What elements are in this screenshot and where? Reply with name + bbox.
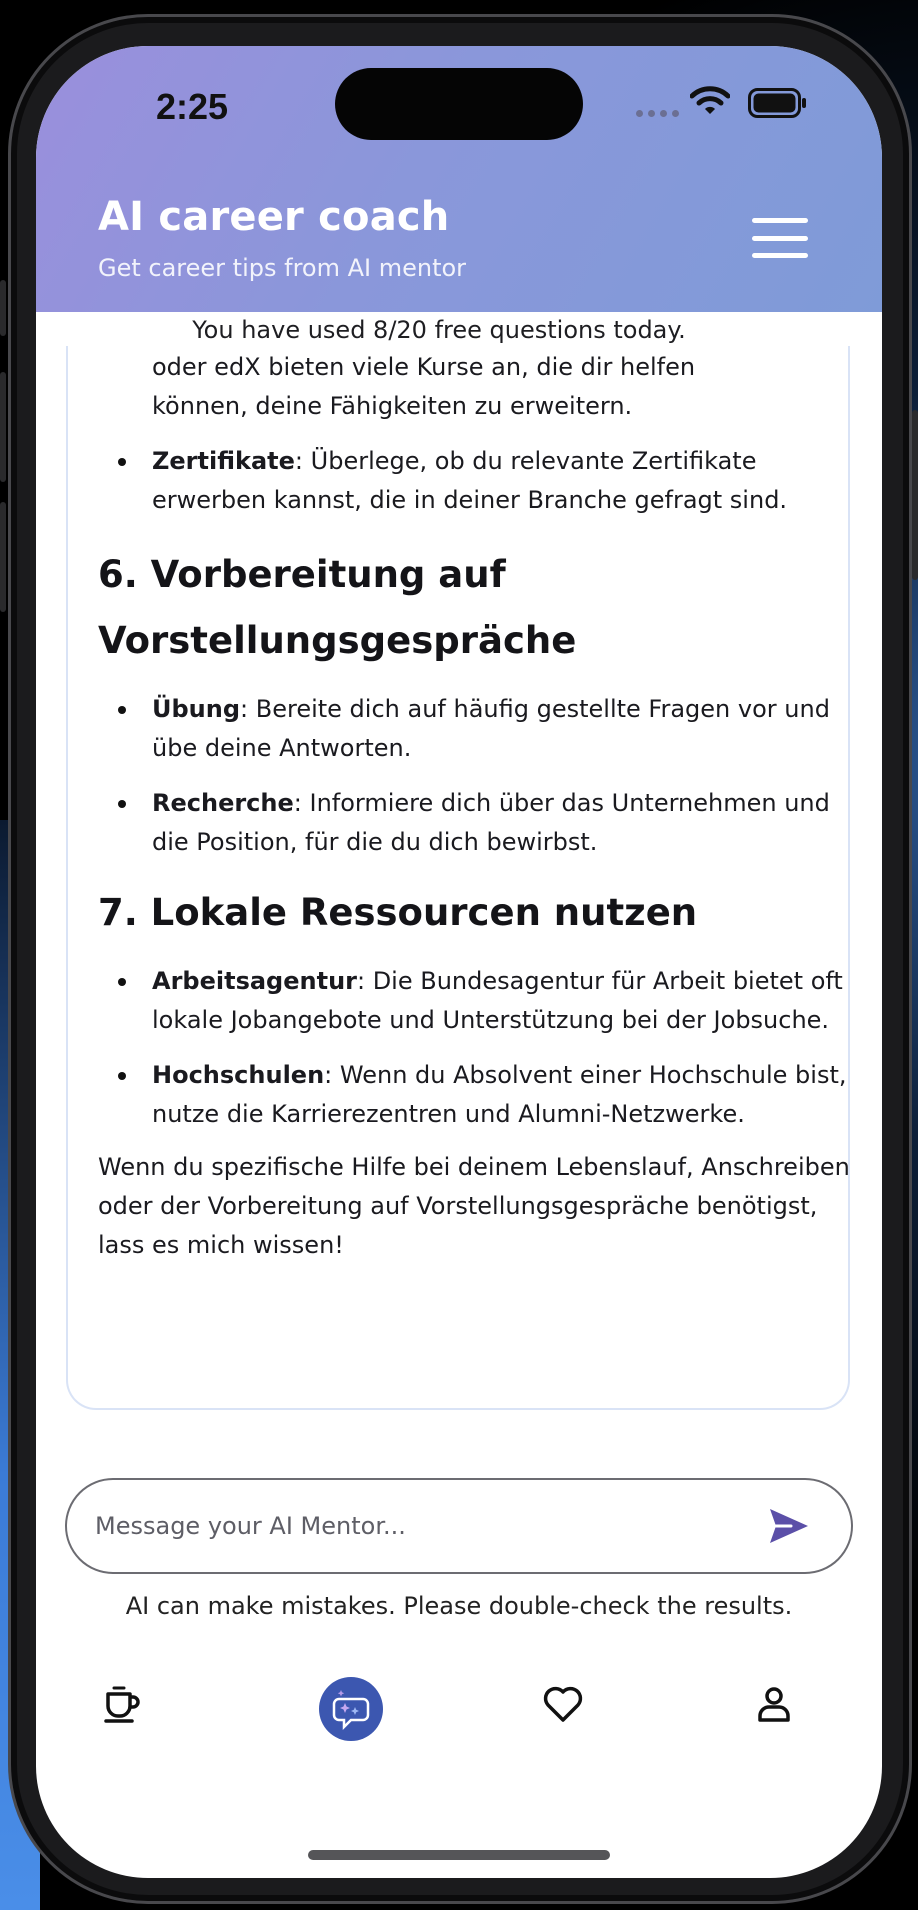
list-item: Recherche: Informiere dich über das Unte… [98,784,858,862]
message-continued-text: oder edX bieten viele Kurse an, die dir … [98,348,858,426]
coffee-cup-icon [104,1686,140,1723]
usage-notice: You have used 8/20 free questions today. [192,316,686,344]
nav-profile-button[interactable] [752,1682,796,1730]
nav-tips-button[interactable] [100,1682,144,1730]
battery-icon [748,88,806,118]
volume-down-button [0,502,6,612]
section-heading-6: 6. Vorbereitung auf Vorstellungsgespräch… [98,553,577,662]
message-input[interactable] [95,1506,745,1546]
bullet-text: : Bereite dich auf häufig gestellte Frag… [152,695,830,762]
bullet-term: Arbeitsagentur [152,967,357,995]
menu-line [752,218,808,223]
bullet-term: Recherche [152,789,294,817]
heart-icon [543,1686,583,1722]
section-heading-7: 7. Lokale Ressourcen nutzen [98,891,698,934]
list-item: Zertifikate: Überlege, ob du relevante Z… [98,442,858,520]
list-item: Arbeitsagentur: Die Bundesagentur für Ar… [98,962,858,1040]
text-line: können, deine Fähigkeiten zu erweitern. [152,392,633,420]
send-icon[interactable] [767,1506,811,1546]
ai-disclaimer: AI can make mistakes. Please double-chec… [125,1592,793,1620]
wifi-icon [690,86,730,114]
power-button [912,410,918,580]
list-item: Hochschulen: Wenn du Absolvent einer Hoc… [98,1056,858,1134]
hamburger-menu-button[interactable] [752,218,808,258]
menu-line [752,235,808,241]
menu-line [752,253,808,258]
background: 2:25 AI career coach Get career tips fro… [0,0,918,1910]
closing-paragraph: Wenn du spezifische Hilfe bei deinem Leb… [98,1153,850,1259]
status-time: 2:25 [156,86,229,127]
list-item: Übung: Bereite dich auf häufig gestellte… [98,690,858,768]
phone-screen: 2:25 AI career coach Get career tips fro… [36,46,882,1878]
nav-favorites-button[interactable] [541,1682,585,1730]
app-header: 2:25 AI career coach Get career tips fro… [36,46,882,312]
profile-icon [758,1687,790,1722]
cellular-signal-icon [636,110,679,117]
app-title: AI career coach [98,194,450,240]
app-subtitle: Get career tips from AI mentor [98,254,467,282]
bullet-list: Zertifikate: Überlege, ob du relevante Z… [98,442,858,520]
dynamic-island [335,68,583,140]
ai-message-body: oder edX bieten viele Kurse an, die dir … [98,348,858,1265]
bullet-term: Zertifikate [152,447,295,475]
text-line: oder edX bieten viele Kurse an, die dir … [152,353,696,381]
home-indicator [308,1850,610,1860]
volume-up-button [0,372,6,482]
ai-chat-icon [319,1677,383,1741]
bullet-term: Übung [152,695,241,723]
nav-ai-chat-button[interactable] [319,1677,383,1745]
bullet-list: Arbeitsagentur: Die Bundesagentur für Ar… [98,962,858,1134]
mute-switch [0,280,6,336]
message-composer [65,1478,853,1574]
bullet-list: Übung: Bereite dich auf häufig gestellte… [98,690,858,862]
bullet-term: Hochschulen [152,1061,325,1089]
